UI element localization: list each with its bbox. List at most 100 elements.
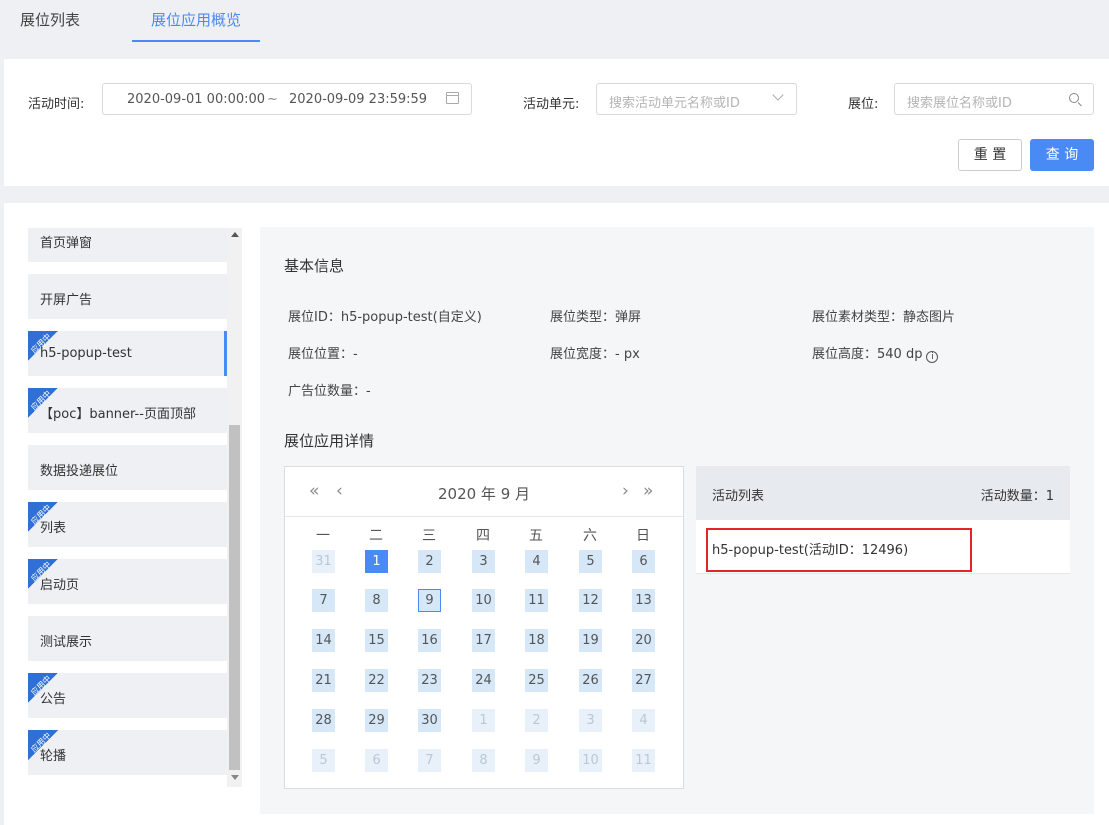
calendar-day[interactable]: 20 <box>632 629 655 652</box>
calendar-day[interactable]: 16 <box>418 629 441 652</box>
calendar-day[interactable]: 26 <box>579 669 602 692</box>
calendar-day[interactable]: 13 <box>632 589 655 612</box>
date-range-picker[interactable]: 2020-09-01 00:00:00 ~ 2020-09-09 23:59:5… <box>102 83 472 115</box>
next-year-icon[interactable]: » <box>643 481 653 501</box>
slot-item[interactable]: 应用中 轮播 <box>28 730 227 775</box>
slot-item-label: 测试展示 <box>40 635 93 650</box>
slot-item-label: h5-popup-test <box>40 346 132 361</box>
calendar-day[interactable]: 2 <box>525 709 548 732</box>
tab-slot-list[interactable]: 展位列表 <box>20 0 80 42</box>
calendar-day[interactable]: 2 <box>418 550 441 573</box>
slot-item[interactable]: 应用中 启动页 <box>28 559 227 604</box>
chevron-down-icon <box>772 89 784 101</box>
calendar-day[interactable]: 10 <box>472 589 495 612</box>
calendar-day[interactable]: 4 <box>525 550 548 573</box>
end-date[interactable]: 2020-09-09 23:59:59 <box>289 92 427 107</box>
calendar-day[interactable]: 1 <box>365 550 388 573</box>
tab-bar: 展位列表 展位应用概览 <box>0 0 1109 44</box>
calendar-day[interactable]: 5 <box>579 550 602 573</box>
calendar-day[interactable]: 3 <box>579 709 602 732</box>
slot-item-selected[interactable]: 应用中 h5-popup-test <box>28 331 227 376</box>
slot-item-label: 公告 <box>40 692 67 707</box>
slot-item[interactable]: 开屏广告 <box>28 274 227 319</box>
scrollbar-thumb[interactable] <box>229 425 240 770</box>
calendar-day[interactable]: 22 <box>365 669 388 692</box>
calendar-day[interactable]: 17 <box>472 629 495 652</box>
slot-item[interactable]: 应用中 公告 <box>28 673 227 718</box>
slot-type: 展位类型：弹屏 <box>550 310 642 325</box>
next-month-icon[interactable]: › <box>622 481 629 501</box>
calendar-day[interactable]: 9 <box>418 589 441 612</box>
calendar-day[interactable]: 27 <box>632 669 655 692</box>
calendar-day[interactable]: 8 <box>365 589 388 612</box>
slot-item-label: 启动页 <box>40 578 80 593</box>
weekday-header: 二 <box>369 528 383 544</box>
calendar-day[interactable]: 9 <box>525 749 548 772</box>
calendar-icon <box>446 92 459 104</box>
calendar-day[interactable]: 5 <box>312 749 335 772</box>
activity-time-label: 活动时间: <box>28 97 85 112</box>
calendar-day[interactable]: 25 <box>525 669 548 692</box>
search-icon[interactable] <box>1069 93 1079 103</box>
slot-list: 首页弹窗 开屏广告 应用中 h5-popup-test 应用中 【poc】ban… <box>28 228 244 788</box>
slot-item-label: 列表 <box>40 521 67 536</box>
calendar-day[interactable]: 31 <box>312 550 335 573</box>
scroll-down-arrow-icon[interactable] <box>231 775 239 780</box>
slot-material-type: 展位素材类型：静态图片 <box>812 310 956 325</box>
slot-item[interactable]: 应用中 【poc】banner--页面顶部 <box>28 388 227 433</box>
slot-application-detail-title: 展位应用详情 <box>284 432 375 450</box>
calendar-day[interactable]: 18 <box>525 629 548 652</box>
calendar-day[interactable]: 1 <box>472 709 495 732</box>
weekday-header: 五 <box>529 528 543 544</box>
slot-item-label: 【poc】banner--页面顶部 <box>40 407 196 422</box>
calendar-day[interactable]: 24 <box>472 669 495 692</box>
activity-row[interactable]: h5-popup-test(活动ID：12496) <box>696 520 1070 574</box>
slot-item[interactable]: 首页弹窗 <box>28 228 227 262</box>
tab-slot-overview[interactable]: 展位应用概览 <box>132 0 260 42</box>
calendar-day[interactable]: 4 <box>632 709 655 732</box>
info-icon[interactable]: i <box>926 351 939 363</box>
calendar-day[interactable]: 12 <box>579 589 602 612</box>
slot-item[interactable]: 测试展示 <box>28 616 227 661</box>
calendar-day[interactable]: 19 <box>579 629 602 652</box>
activity-unit-select[interactable]: 搜索活动单元名称或ID <box>596 83 797 115</box>
calendar-day[interactable]: 6 <box>632 550 655 573</box>
weekday-header: 日 <box>636 528 650 544</box>
slot-label: 展位: <box>848 97 879 112</box>
slot-height: 展位高度：540 dp <box>812 347 923 362</box>
activity-count: 活动数量：1 <box>980 489 1054 504</box>
activity-unit-placeholder: 搜索活动单元名称或ID <box>609 96 740 111</box>
calendar-day[interactable]: 21 <box>312 669 335 692</box>
calendar-day[interactable]: 7 <box>418 749 441 772</box>
activity-list-header: 活动列表 活动数量：1 <box>696 466 1070 520</box>
scroll-up-arrow-icon[interactable] <box>231 232 239 237</box>
slot-position: 展位位置：- <box>288 347 358 362</box>
calendar-day[interactable]: 15 <box>365 629 388 652</box>
slot-search-input[interactable]: 搜索展位名称或ID <box>894 83 1094 115</box>
calendar-day[interactable]: 23 <box>418 669 441 692</box>
activity-unit-label: 活动单元: <box>523 97 580 112</box>
calendar-day[interactable]: 10 <box>579 749 602 772</box>
calendar-day[interactable]: 3 <box>472 550 495 573</box>
weekday-header: 四 <box>476 528 490 544</box>
query-button[interactable]: 查 询 <box>1030 139 1094 171</box>
calendar-day[interactable]: 8 <box>472 749 495 772</box>
calendar-day[interactable]: 11 <box>632 749 655 772</box>
range-separator: ~ <box>267 92 278 107</box>
calendar-day[interactable]: 7 <box>312 589 335 612</box>
ad-count: 广告位数量：- <box>288 384 371 399</box>
slot-item[interactable]: 应用中 列表 <box>28 502 227 547</box>
basic-info-title: 基本信息 <box>284 257 345 275</box>
slot-id: 展位ID：h5-popup-test(自定义) <box>288 310 482 325</box>
calendar-day[interactable]: 28 <box>312 709 335 732</box>
start-date[interactable]: 2020-09-01 00:00:00 <box>127 92 265 107</box>
calendar-day[interactable]: 11 <box>525 589 548 612</box>
calendar-day[interactable]: 6 <box>365 749 388 772</box>
reset-button[interactable]: 重 置 <box>958 139 1022 171</box>
calendar-day[interactable]: 29 <box>365 709 388 732</box>
filter-panel: 活动时间: 2020-09-01 00:00:00 ~ 2020-09-09 2… <box>4 59 1109 186</box>
activity-name[interactable]: h5-popup-test(活动ID：12496) <box>712 539 908 558</box>
slot-item[interactable]: 数据投递展位 <box>28 445 227 490</box>
calendar-day[interactable]: 14 <box>312 629 335 652</box>
calendar-day[interactable]: 30 <box>418 709 441 732</box>
